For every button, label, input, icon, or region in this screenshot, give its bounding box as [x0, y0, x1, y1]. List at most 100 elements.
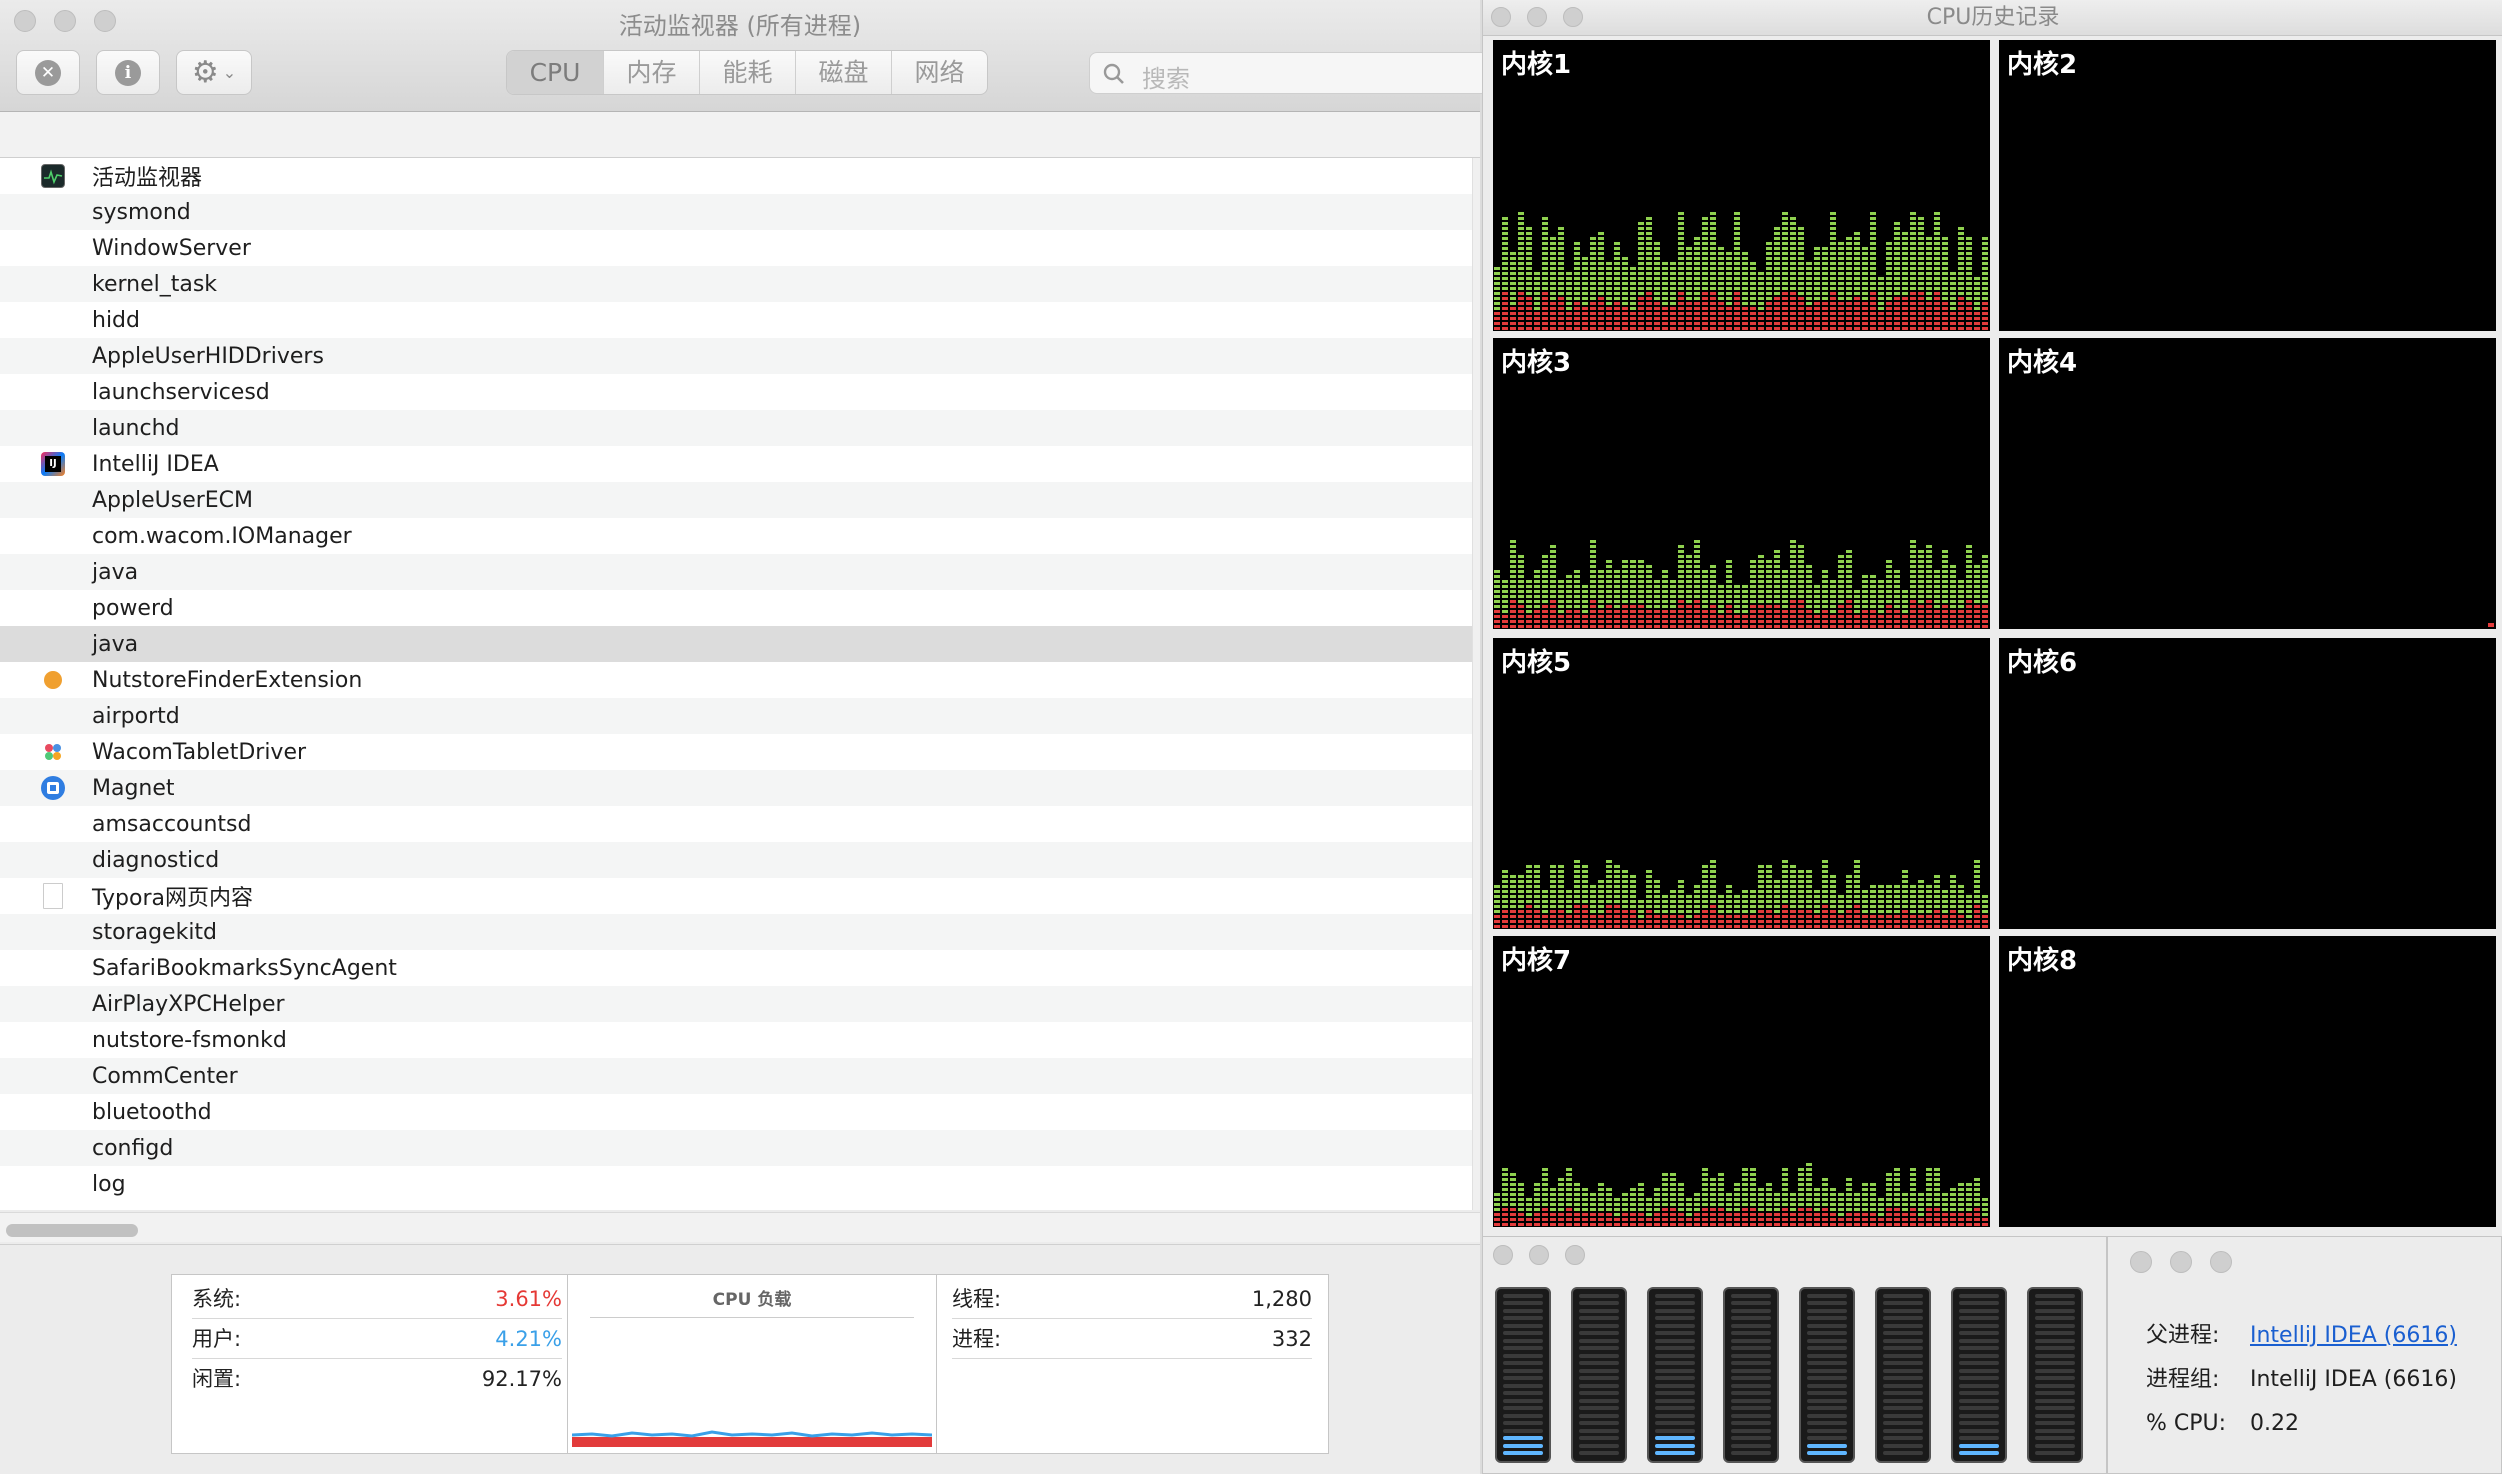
column-header[interactable]: [0, 112, 1480, 158]
table-row[interactable]: AirPlayXPCHelper: [0, 986, 1472, 1022]
table-row[interactable]: WacomTabletDriver: [0, 734, 1472, 770]
meter-segment: [1807, 1451, 1847, 1455]
system-stat: 系统: 3.61%: [192, 1279, 562, 1319]
tab-memory[interactable]: 内存: [603, 51, 699, 94]
meter-segment: [1959, 1316, 1999, 1320]
table-row[interactable]: AppleUserHIDDrivers: [0, 338, 1472, 374]
process-name: launchservicesd: [92, 379, 270, 405]
meter-segment: [1503, 1376, 1543, 1380]
table-row[interactable]: CommCenter: [0, 1058, 1472, 1094]
close-window-button[interactable]: [2130, 1251, 2152, 1273]
meter-segment: [1579, 1346, 1619, 1350]
meter-segment: [1655, 1316, 1695, 1320]
meter-segment: [1655, 1301, 1695, 1305]
meter-segment: [1959, 1368, 1999, 1373]
meter-segment: [1655, 1353, 1695, 1358]
table-row[interactable]: airportd: [0, 698, 1472, 734]
cpu-history-title: CPU历史记录: [1926, 5, 2060, 30]
tab-network[interactable]: 网络: [891, 51, 987, 94]
action-menu-button[interactable]: ⚙ ⌄: [176, 50, 252, 95]
meter-segment: [1579, 1308, 1619, 1313]
table-row[interactable]: bluetoothd: [0, 1094, 1472, 1130]
tab-energy[interactable]: 能耗: [699, 51, 795, 94]
meter-segment: [1579, 1376, 1619, 1380]
table-row[interactable]: java: [0, 626, 1472, 662]
table-row[interactable]: log: [0, 1166, 1472, 1202]
table-row[interactable]: SafariBookmarksSyncAgent: [0, 950, 1472, 986]
table-row[interactable]: 活动监视器: [0, 158, 1472, 194]
meter-segment: [1883, 1421, 1923, 1425]
close-window-button[interactable]: [1493, 1245, 1513, 1265]
idle-value: 92.17%: [481, 1367, 562, 1391]
meter-segment: [1807, 1293, 1847, 1298]
meter-segment: [1883, 1338, 1923, 1343]
meter-segment: [1579, 1413, 1619, 1418]
meter-segment: [1579, 1421, 1619, 1425]
search-field[interactable]: 搜索: [1089, 52, 1489, 94]
table-row[interactable]: powerd: [0, 590, 1472, 626]
table-row[interactable]: launchd: [0, 410, 1472, 446]
inspect-process-button[interactable]: i: [96, 50, 160, 95]
table-row[interactable]: kernel_task: [0, 266, 1472, 302]
row-icon-placeholder: [26, 1130, 80, 1166]
stop-process-button[interactable]: ✕: [16, 50, 80, 95]
meter-segment: [1579, 1443, 1619, 1448]
table-row[interactable]: storagekitd: [0, 914, 1472, 950]
table-row[interactable]: Magnet: [0, 770, 1472, 806]
meter-segment: [1655, 1443, 1695, 1448]
meter-segment: [1731, 1353, 1771, 1358]
meter-segment: [1503, 1293, 1543, 1298]
tab-bar: CPU 内存 能耗 磁盘 网络: [506, 50, 988, 95]
minimize-window-button[interactable]: [1527, 7, 1547, 27]
meter-segment: [1655, 1391, 1695, 1395]
meter-segment: [1503, 1398, 1543, 1403]
meter-segment: [1883, 1368, 1923, 1373]
system-value: 3.61%: [495, 1287, 562, 1311]
meter-segment: [1579, 1323, 1619, 1328]
meter-segment: [1959, 1421, 1999, 1425]
table-row[interactable]: amsaccountsd: [0, 806, 1472, 842]
table-row[interactable]: diagnosticd: [0, 842, 1472, 878]
idle-label: 闲置:: [192, 1367, 242, 1391]
parent-process-link[interactable]: IntelliJ IDEA (6616): [2250, 1319, 2457, 1353]
table-row[interactable]: java: [0, 554, 1472, 590]
minimize-window-button[interactable]: [2170, 1251, 2192, 1273]
tab-disk[interactable]: 磁盘: [795, 51, 891, 94]
core-graph: 内核3: [1493, 338, 1990, 629]
minimize-window-button[interactable]: [1529, 1245, 1549, 1265]
table-row[interactable]: sysmond: [0, 194, 1472, 230]
zoom-window-button[interactable]: [2210, 1251, 2232, 1273]
meter-segment: [1959, 1406, 1999, 1410]
process-name: NutstoreFinderExtension: [92, 667, 363, 693]
meter-segment: [2035, 1308, 2075, 1313]
meter-segment: [2035, 1338, 2075, 1343]
tab-cpu[interactable]: CPU: [507, 51, 603, 94]
process-name: java: [92, 631, 139, 657]
horizontal-scrollbar[interactable]: [0, 1212, 1480, 1242]
processes-stat: 进程: 332: [952, 1319, 1312, 1359]
table-row[interactable]: IJ IntelliJ IDEA: [0, 446, 1472, 482]
horizontal-scroll-thumb[interactable]: [6, 1224, 138, 1237]
vertical-scrollbar[interactable]: [1472, 158, 1480, 1210]
table-row[interactable]: nutstore-fsmonkd: [0, 1022, 1472, 1058]
table-row[interactable]: AppleUserECM: [0, 482, 1472, 518]
table-row[interactable]: configd: [0, 1130, 1472, 1166]
meter-segment: [1959, 1383, 1999, 1388]
cpu-meter-bar: [1875, 1287, 1931, 1463]
close-window-button[interactable]: [1491, 7, 1511, 27]
meter-segment: [1959, 1338, 1999, 1343]
table-row[interactable]: com.wacom.IOManager: [0, 518, 1472, 554]
zoom-window-button[interactable]: [1565, 1245, 1585, 1265]
zoom-window-button[interactable]: [1563, 7, 1583, 27]
meter-segment: [1959, 1428, 1999, 1433]
table-row[interactable]: Typora网页内容: [0, 878, 1472, 914]
gear-icon: ⚙: [191, 55, 219, 90]
meter-segment: [1807, 1436, 1847, 1440]
table-row[interactable]: NutstoreFinderExtension: [0, 662, 1472, 698]
table-row[interactable]: launchservicesd: [0, 374, 1472, 410]
threads-value: 1,280: [1251, 1287, 1312, 1311]
table-row[interactable]: WindowServer: [0, 230, 1472, 266]
window-title: 活动监视器 (所有进程): [618, 12, 862, 40]
meter-segment: [1503, 1361, 1543, 1365]
table-row[interactable]: hidd: [0, 302, 1472, 338]
